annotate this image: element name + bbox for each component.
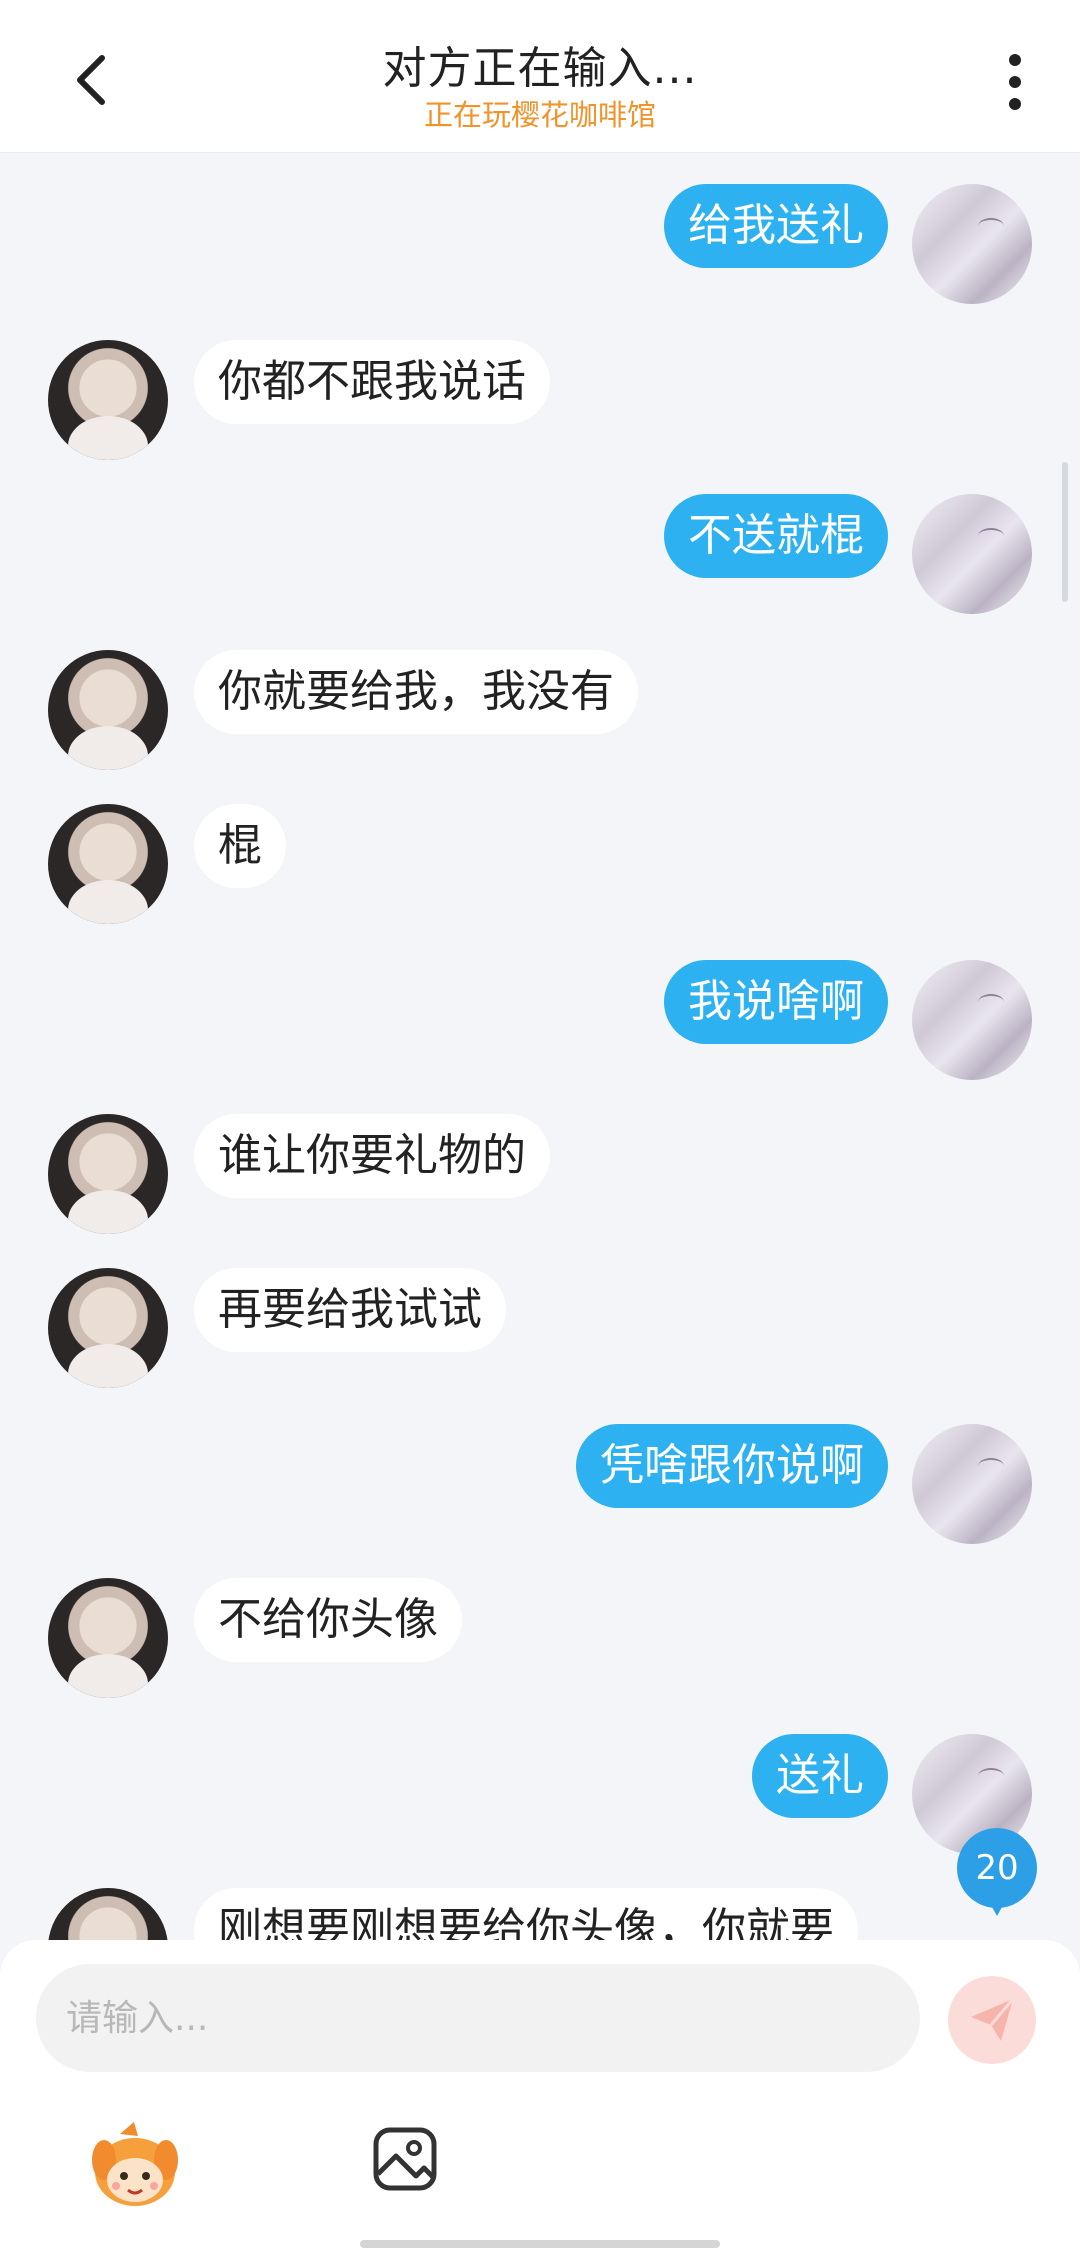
input-panel — [0, 1940, 1080, 2252]
send-button[interactable] — [948, 1976, 1036, 2064]
message-bubble[interactable]: 凭啥跟你说啊 — [576, 1424, 888, 1508]
message-bubble[interactable]: 送礼 — [752, 1734, 888, 1818]
message-input[interactable] — [36, 1964, 920, 2072]
my-avatar[interactable] — [912, 1424, 1032, 1544]
contact-avatar[interactable] — [48, 1578, 168, 1698]
message-list[interactable]: 给我送礼 你都不跟我说话 不送就棍 你就要给我，我没有 棍 我说啥啊 谁让你要礼… — [0, 152, 1080, 1940]
message-bubble[interactable]: 棍 — [194, 804, 286, 888]
scrollbar[interactable] — [1062, 462, 1068, 602]
message-bubble[interactable]: 再要给我试试 — [194, 1268, 506, 1352]
contact-avatar[interactable] — [48, 1268, 168, 1388]
unread-count-badge[interactable]: 20 — [957, 1828, 1037, 1916]
message-bubble[interactable]: 刚想要刚想要给你头像，你就要 — [194, 1888, 858, 1940]
paper-plane-icon — [971, 1998, 1015, 2041]
more-dot — [1009, 98, 1021, 110]
contact-avatar[interactable] — [48, 1888, 168, 1940]
message-bubble[interactable]: 给我送礼 — [664, 184, 888, 268]
message-bubble[interactable]: 你都不跟我说话 — [194, 340, 550, 424]
image-picker-button[interactable] — [372, 2126, 438, 2192]
my-avatar[interactable] — [912, 184, 1032, 304]
message-bubble[interactable]: 不给你头像 — [194, 1578, 462, 1662]
contact-avatar[interactable] — [48, 1114, 168, 1234]
chat-header: 对方正在输入... 正在玩樱花咖啡馆 — [0, 0, 1080, 153]
message-bubble[interactable]: 我说啥啊 — [664, 960, 888, 1044]
contact-avatar[interactable] — [48, 804, 168, 924]
more-dot — [1009, 76, 1021, 88]
message-bubble[interactable]: 你就要给我，我没有 — [194, 650, 638, 734]
message-bubble[interactable]: 不送就棍 — [664, 494, 888, 578]
chat-status: 正在玩樱花咖啡馆 — [423, 98, 656, 132]
chat-title: 对方正在输入... — [382, 43, 698, 94]
contact-avatar[interactable] — [48, 650, 168, 770]
home-indicator — [360, 2240, 720, 2248]
mascot-icon — [92, 2122, 178, 2206]
contact-avatar[interactable] — [48, 340, 168, 460]
more-vertical-icon — [1009, 54, 1021, 66]
message-bubble[interactable]: 谁让你要礼物的 — [194, 1114, 550, 1198]
my-avatar[interactable] — [912, 494, 1032, 614]
more-button[interactable] — [990, 44, 1040, 120]
mascot-sticker-button[interactable] — [90, 2120, 180, 2210]
my-avatar[interactable] — [912, 960, 1032, 1080]
image-icon — [373, 2127, 437, 2191]
